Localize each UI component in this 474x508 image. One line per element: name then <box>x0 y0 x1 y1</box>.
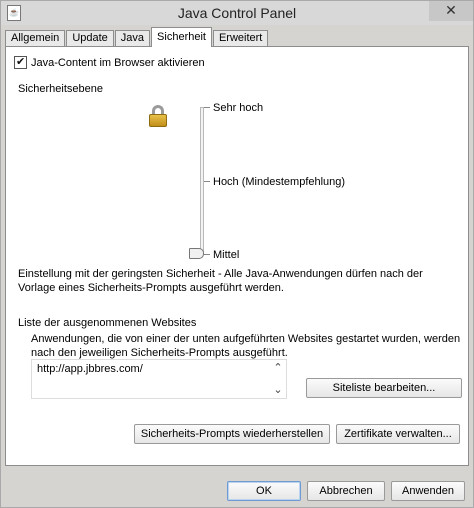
scroll-down-icon[interactable]: ⌄ <box>271 383 285 397</box>
slider-tick-high <box>204 181 210 182</box>
slider-tick-very-high <box>204 107 210 108</box>
exception-site-list-title: Liste der ausgenommenen Websites <box>18 317 197 329</box>
window-title: Java Control Panel <box>177 5 297 21</box>
enable-java-checkbox[interactable] <box>14 55 27 69</box>
manage-certificates-button[interactable]: Zertifikate verwalten... <box>336 424 460 444</box>
tab-allgemein[interactable]: Allgemein <box>5 30 66 47</box>
enable-java-row: Java-Content im Browser aktivieren <box>14 55 205 69</box>
tab-erweitert[interactable]: Erweitert <box>212 30 269 47</box>
exception-site-list[interactable]: http://app.jbbres.com/ <box>31 359 287 399</box>
security-level-heading: Sicherheitsebene <box>18 83 104 95</box>
security-level-slider-thumb[interactable] <box>189 248 204 259</box>
security-level-description: Einstellung mit der geringsten Sicherhei… <box>18 268 423 294</box>
level-label-very-high: Sehr hoch <box>213 102 264 114</box>
tab-bar: Allgemein Update Java Sicherheit Erweite… <box>5 27 269 47</box>
close-button[interactable]: ✕ <box>429 1 473 21</box>
enable-java-label: Java-Content im Browser aktivieren <box>31 56 205 69</box>
tab-sicherheit[interactable]: Sicherheit <box>151 27 212 47</box>
cancel-button[interactable]: Abbrechen <box>307 481 385 501</box>
restore-security-prompts-button[interactable]: Sicherheits-Prompts wiederherstellen <box>134 424 330 444</box>
security-panel: Java-Content im Browser aktivieren Siche… <box>5 46 469 466</box>
close-icon: ✕ <box>445 3 457 19</box>
exception-site-list-description: Anwendungen, die von einer der unten auf… <box>31 333 461 359</box>
level-label-high: Hoch (Mindestempfehlung) <box>213 176 346 188</box>
edit-site-list-button[interactable]: Siteliste bearbeiten... <box>306 378 462 398</box>
apply-button[interactable]: Anwenden <box>391 481 465 501</box>
tab-java[interactable]: Java <box>114 30 151 47</box>
lock-icon <box>149 105 167 127</box>
list-item[interactable]: http://app.jbbres.com/ <box>37 363 143 375</box>
scroll-up-icon[interactable]: ⌃ <box>271 361 285 375</box>
level-label-medium: Mittel <box>213 249 240 261</box>
java-control-panel-window: ☕ Java Control Panel ✕ Allgemein Update … <box>0 0 474 508</box>
tab-update[interactable]: Update <box>66 30 114 47</box>
slider-tick-medium <box>204 254 210 255</box>
title-bar: ☕ Java Control Panel ✕ <box>1 1 473 25</box>
ok-button[interactable]: OK <box>227 481 301 501</box>
